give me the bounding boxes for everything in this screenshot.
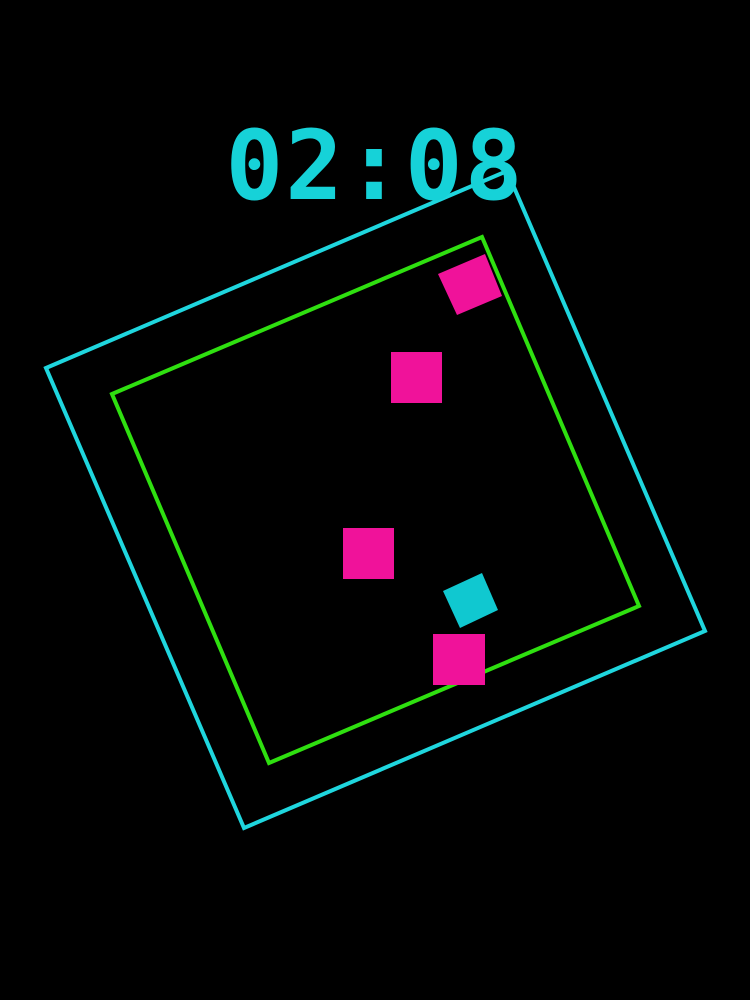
enemy-block (391, 352, 442, 403)
countdown-timer: 02:08 (225, 110, 525, 222)
player-block[interactable] (443, 573, 498, 628)
enemy-block (343, 528, 394, 579)
inner-frame (109, 234, 642, 766)
enemy-block (433, 634, 485, 685)
game-screen[interactable]: 02:08 (0, 0, 750, 1000)
outer-frame (43, 168, 708, 831)
